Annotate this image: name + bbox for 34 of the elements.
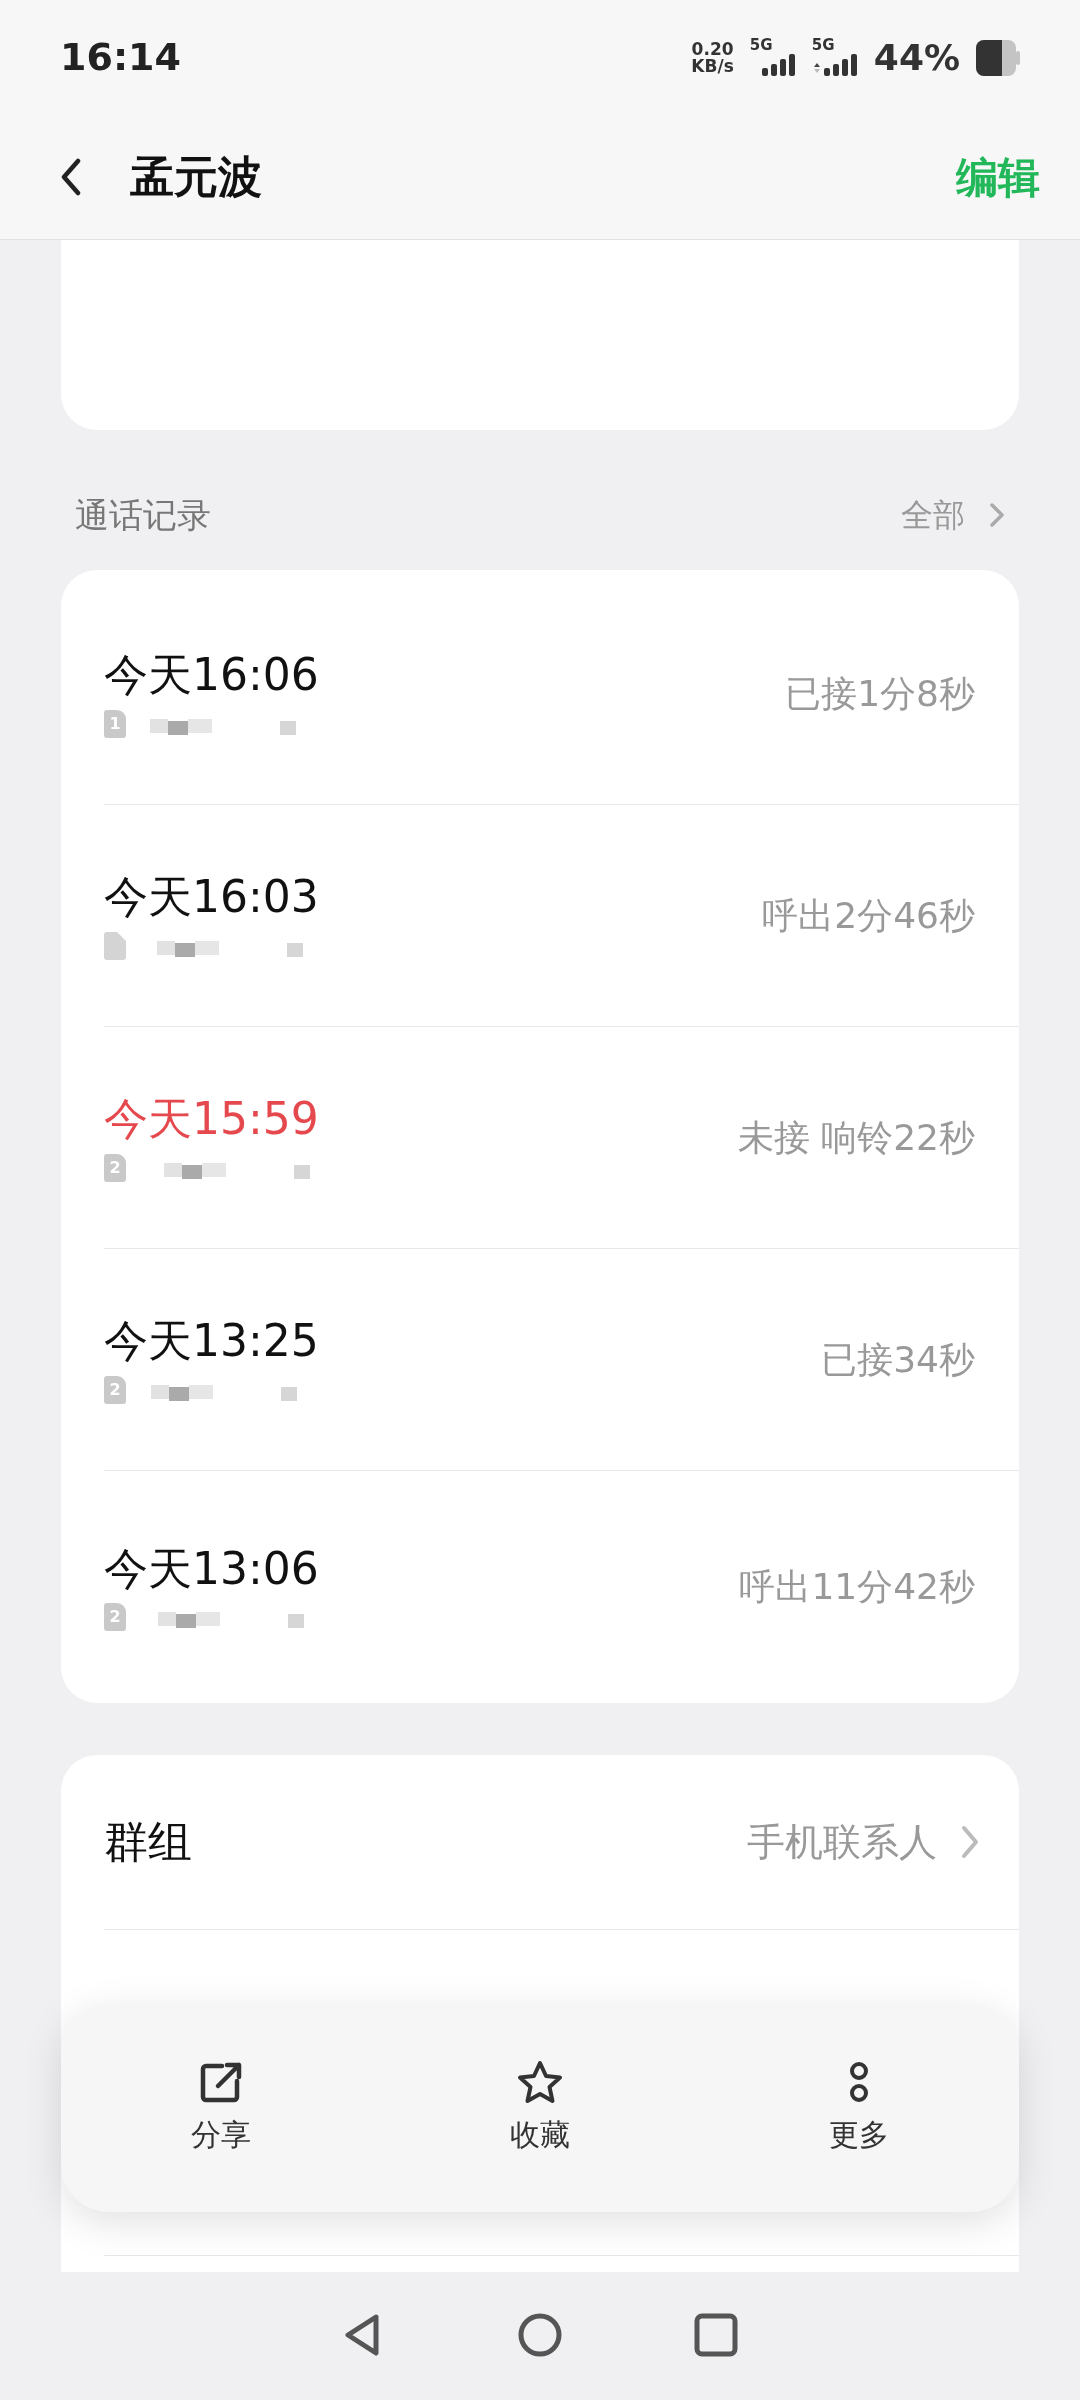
chevron-icon [961, 1825, 979, 1859]
toolbar-button[interactable]: 收藏 [460, 2059, 620, 2157]
network-type: 5G [749, 38, 773, 53]
call-detail: 已接1分8秒 [785, 671, 975, 716]
section-title: 通话记录 [75, 493, 211, 537]
call-detail: 已接34秒 [821, 1337, 975, 1382]
call-detail: 呼出11分42秒 [739, 1565, 975, 1609]
toolbar-button[interactable]: 更多 [779, 2059, 940, 2157]
signal-icon [811, 53, 858, 77]
star-icon [517, 2059, 563, 2104]
call-time: 今天13:06 [104, 1542, 320, 1596]
chevron-icon [989, 502, 1005, 528]
status-time: 16:14 [60, 34, 181, 81]
back-button[interactable] [60, 158, 82, 196]
network-speed: 0.20 [691, 40, 734, 58]
call-time: 今天15:59 [104, 1093, 320, 1146]
home-icon[interactable] [518, 2313, 562, 2357]
setting-label: 群组 [104, 1815, 192, 1869]
call-detail: 呼出2分46秒 [762, 893, 975, 938]
call-log-row[interactable]: 今天16:03 呼出2分46秒 [104, 805, 1019, 1027]
speed-unit: KB/s [691, 57, 734, 75]
settings-row[interactable]: 群组 手机联系人 [104, 1755, 1019, 1930]
setting-value: 手机联系人 [747, 1818, 937, 1866]
call-time: 今天16:06 [104, 649, 320, 702]
call-time: 今天13:25 [104, 1315, 320, 1368]
battery-percent: 44% [873, 35, 960, 80]
sim-icon [104, 931, 126, 960]
contact-name: 孟元波 [130, 150, 262, 204]
call-detail: 未接 响铃22秒 [737, 1115, 975, 1160]
recents-icon[interactable] [694, 2313, 738, 2357]
toolbar-button[interactable]: 分享 [140, 2059, 301, 2157]
battery-icon [976, 39, 1020, 76]
network-type: 5G [811, 38, 835, 53]
call-time: 今天16:03 [104, 871, 320, 924]
